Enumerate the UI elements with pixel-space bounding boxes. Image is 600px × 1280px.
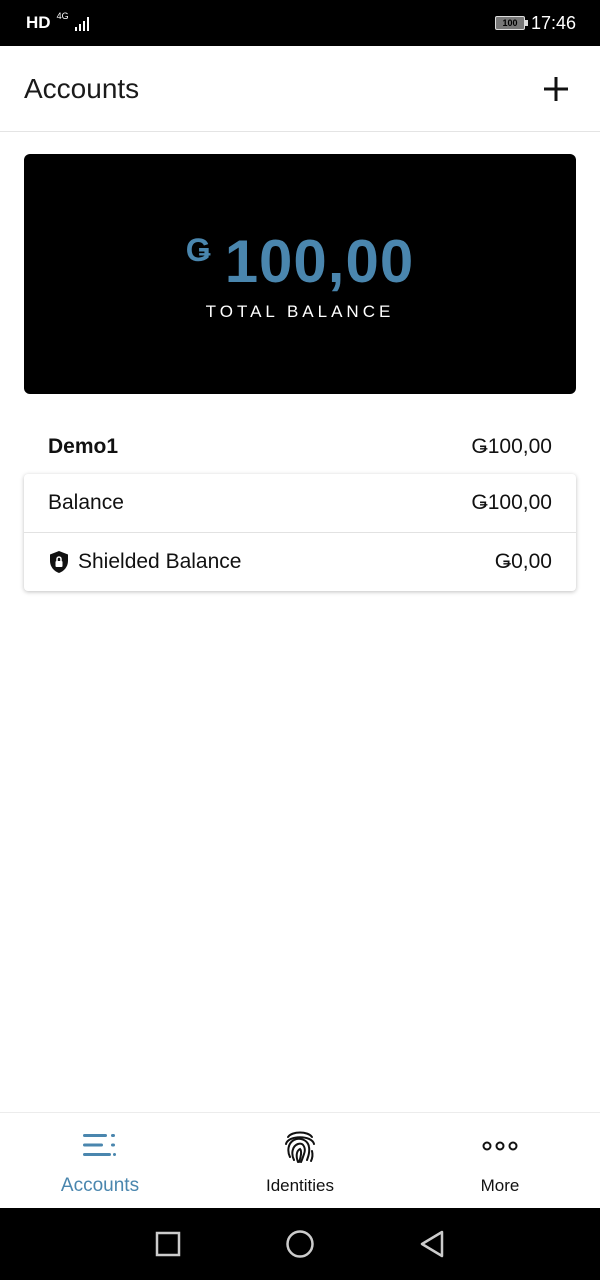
bottom-navigation: Accounts Identities More: [0, 1112, 600, 1208]
recent-apps-icon[interactable]: [152, 1228, 184, 1260]
nav-item-identities[interactable]: Identities: [200, 1126, 400, 1196]
add-account-button[interactable]: [536, 69, 576, 109]
balance-row[interactable]: Balance Ǥ100,00: [24, 474, 576, 532]
clock: 17:46: [530, 12, 576, 33]
nav-label-identities: Identities: [265, 1175, 335, 1195]
shielded-balance-left: Shielded Balance: [48, 550, 241, 574]
account-card: Balance Ǥ100,00 Shielded Balance Ǥ0,00: [24, 474, 576, 591]
account-name: Demo1: [48, 435, 119, 458]
total-amount: 100,00: [224, 228, 415, 295]
plus-icon: [544, 76, 568, 101]
page-title: Accounts: [24, 72, 140, 104]
total-amount-row: Ǥ 100,00: [186, 230, 414, 294]
nav-label-accounts: Accounts: [60, 1174, 140, 1196]
account-header[interactable]: Demo1 Ǥ100,00: [24, 420, 576, 474]
nav-item-more[interactable]: More: [400, 1126, 600, 1196]
battery-level: 100: [502, 18, 518, 28]
battery-icon: 100: [494, 16, 528, 30]
shielded-balance-row[interactable]: Shielded Balance Ǥ0,00: [24, 532, 576, 590]
app-bar: Accounts: [0, 46, 600, 132]
nav-item-accounts[interactable]: Accounts: [0, 1125, 200, 1197]
signal-icon: [74, 15, 89, 31]
system-navigation: [0, 1208, 600, 1280]
list-icon: [82, 1125, 118, 1165]
shielded-balance-value: Ǥ0,00: [494, 549, 552, 573]
fingerprint-icon: [282, 1126, 318, 1166]
balance-label: Balance: [48, 491, 124, 514]
back-icon[interactable]: [416, 1228, 448, 1260]
total-balance-label: TOTAL BALANCE: [205, 302, 395, 321]
status-bar: HD 4G 100 17:46: [0, 0, 600, 46]
more-dots-icon: [482, 1126, 518, 1166]
hd-indicator: HD: [26, 13, 51, 32]
account-total: Ǥ100,00: [471, 435, 552, 458]
shielded-balance-label: Shielded Balance: [78, 549, 242, 573]
shield-lock-icon: [50, 550, 68, 573]
network-type: 4G: [56, 10, 69, 21]
status-right: 100 17:46: [494, 12, 576, 34]
nav-label-more: More: [480, 1175, 520, 1195]
home-icon[interactable]: [284, 1228, 316, 1260]
currency-symbol: Ǥ: [185, 232, 211, 268]
balance-value: Ǥ100,00: [471, 491, 552, 514]
total-balance-card: Ǥ 100,00 TOTAL BALANCE: [24, 154, 576, 394]
status-left: HD 4G: [26, 10, 89, 33]
